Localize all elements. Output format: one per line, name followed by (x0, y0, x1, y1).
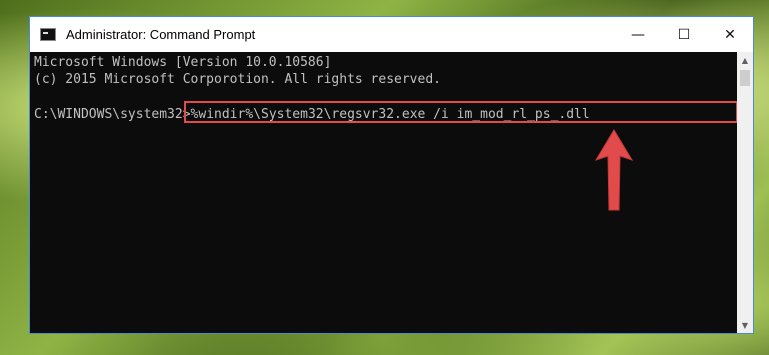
scroll-down-arrow-icon[interactable]: ▼ (737, 317, 753, 333)
cmd-icon (40, 28, 56, 41)
close-button[interactable]: ✕ (707, 17, 753, 52)
maximize-button[interactable]: ☐ (661, 17, 707, 52)
window-controls: — ☐ ✕ (615, 17, 753, 52)
scroll-up-arrow-icon[interactable]: ▲ (737, 52, 753, 68)
minimize-button[interactable]: — (615, 17, 661, 52)
up-arrow-icon (594, 129, 634, 211)
scroll-thumb[interactable] (740, 70, 750, 86)
window-title: Administrator: Command Prompt (66, 27, 256, 42)
title-bar[interactable]: Administrator: Command Prompt — ☐ ✕ (30, 17, 753, 52)
vertical-scrollbar[interactable]: ▲ ▼ (737, 52, 753, 333)
command-highlight-box (184, 101, 738, 123)
console-line-version: Microsoft Windows [Version 10.0.10586] (34, 55, 332, 70)
command-prompt-window: Administrator: Command Prompt — ☐ ✕ Micr… (29, 16, 754, 334)
console-line-copyright: (c) 2015 Microsoft Corporotion. All righ… (34, 72, 441, 87)
command-prompt: C:\WINDOWS\system32> (34, 107, 191, 122)
